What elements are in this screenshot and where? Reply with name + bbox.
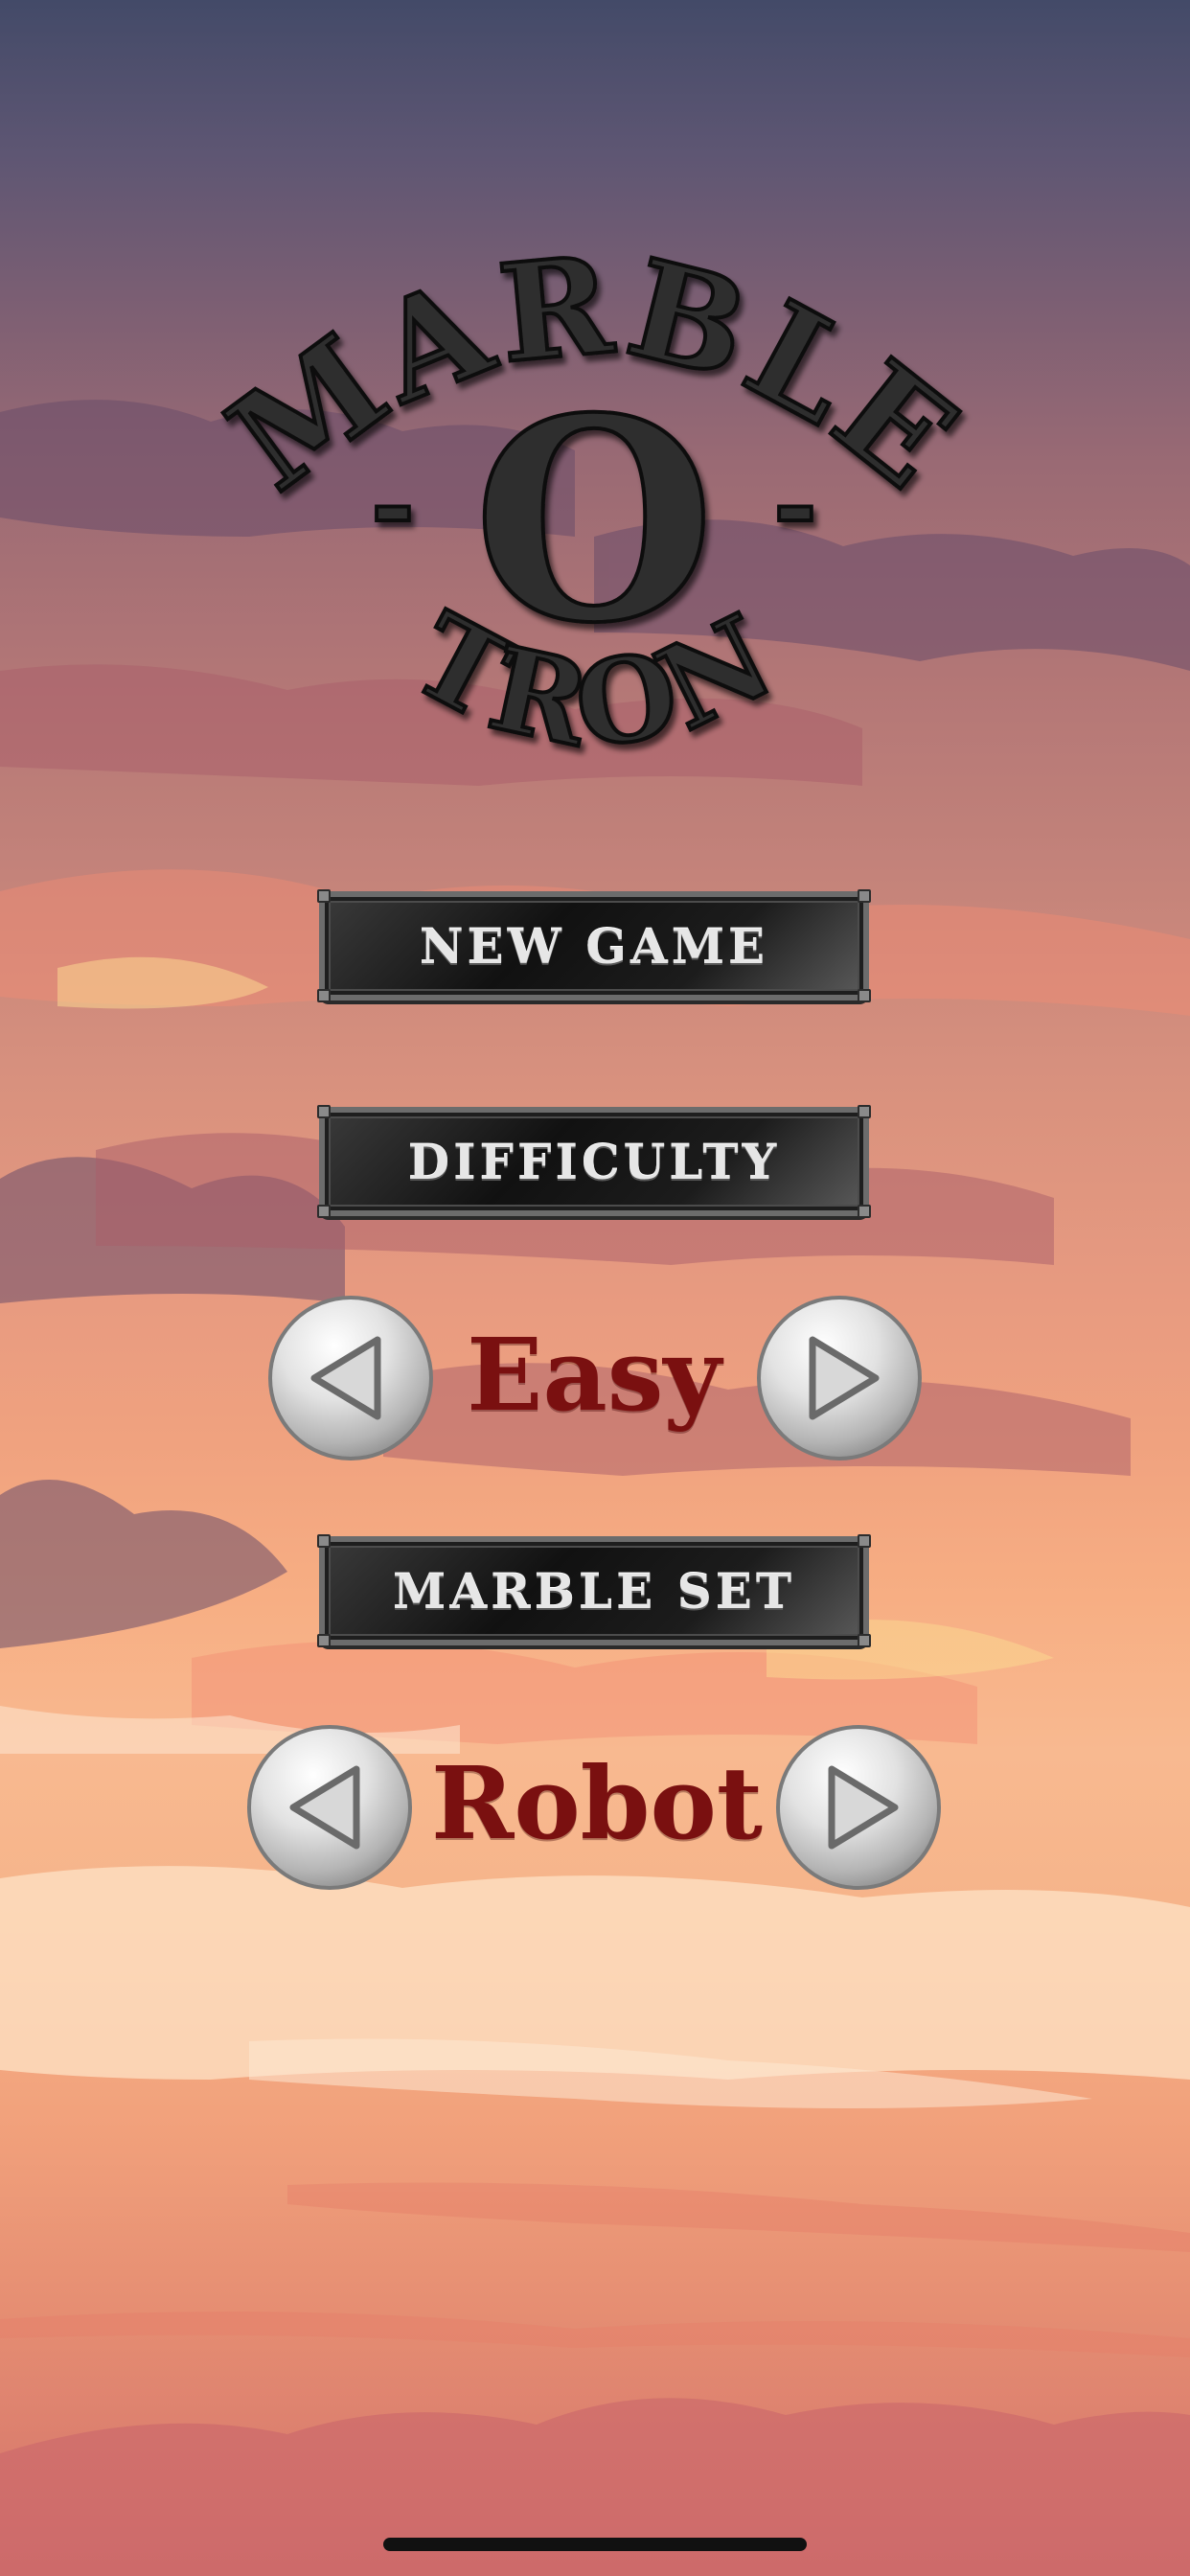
difficulty-button[interactable]: DIFFICULTY (317, 1105, 871, 1218)
left-arrow-icon (247, 1725, 412, 1890)
left-arrow-icon (268, 1296, 433, 1460)
logo-dash-left: - (371, 443, 415, 566)
rivet (317, 1634, 331, 1647)
difficulty-value: Easy (467, 1316, 721, 1434)
rivet (858, 989, 871, 1002)
new-game-label: NEW GAME (419, 917, 769, 975)
right-arrow-icon (776, 1725, 941, 1890)
difficulty-label: DIFFICULTY (407, 1133, 781, 1190)
rivet (858, 1634, 871, 1647)
marble-set-value: Robot (431, 1744, 763, 1862)
right-arrow-icon (757, 1296, 922, 1460)
rivet (317, 1534, 331, 1548)
rivet (317, 889, 331, 903)
logo-dash-right: - (773, 443, 817, 566)
marble-set-prev-button[interactable] (245, 1723, 414, 1892)
main-menu-screen: MARBLE O - - TRON NEW GAME DIFFICULTY Ea… (0, 0, 1190, 2576)
rivet (858, 1534, 871, 1548)
rivet (858, 889, 871, 903)
rivet (858, 1205, 871, 1218)
marble-set-label: MARBLE SET (392, 1562, 796, 1620)
rivet (317, 1105, 331, 1118)
difficulty-next-button[interactable] (755, 1294, 924, 1462)
new-game-button[interactable]: NEW GAME (317, 889, 871, 1002)
difficulty-prev-button[interactable] (266, 1294, 435, 1462)
rivet (317, 989, 331, 1002)
marble-set-next-button[interactable] (774, 1723, 943, 1892)
rivet (858, 1105, 871, 1118)
home-indicator[interactable] (383, 2538, 807, 2551)
marble-set-button[interactable]: MARBLE SET (317, 1534, 871, 1647)
game-logo: MARBLE O - - TRON (200, 224, 983, 776)
rivet (317, 1205, 331, 1218)
